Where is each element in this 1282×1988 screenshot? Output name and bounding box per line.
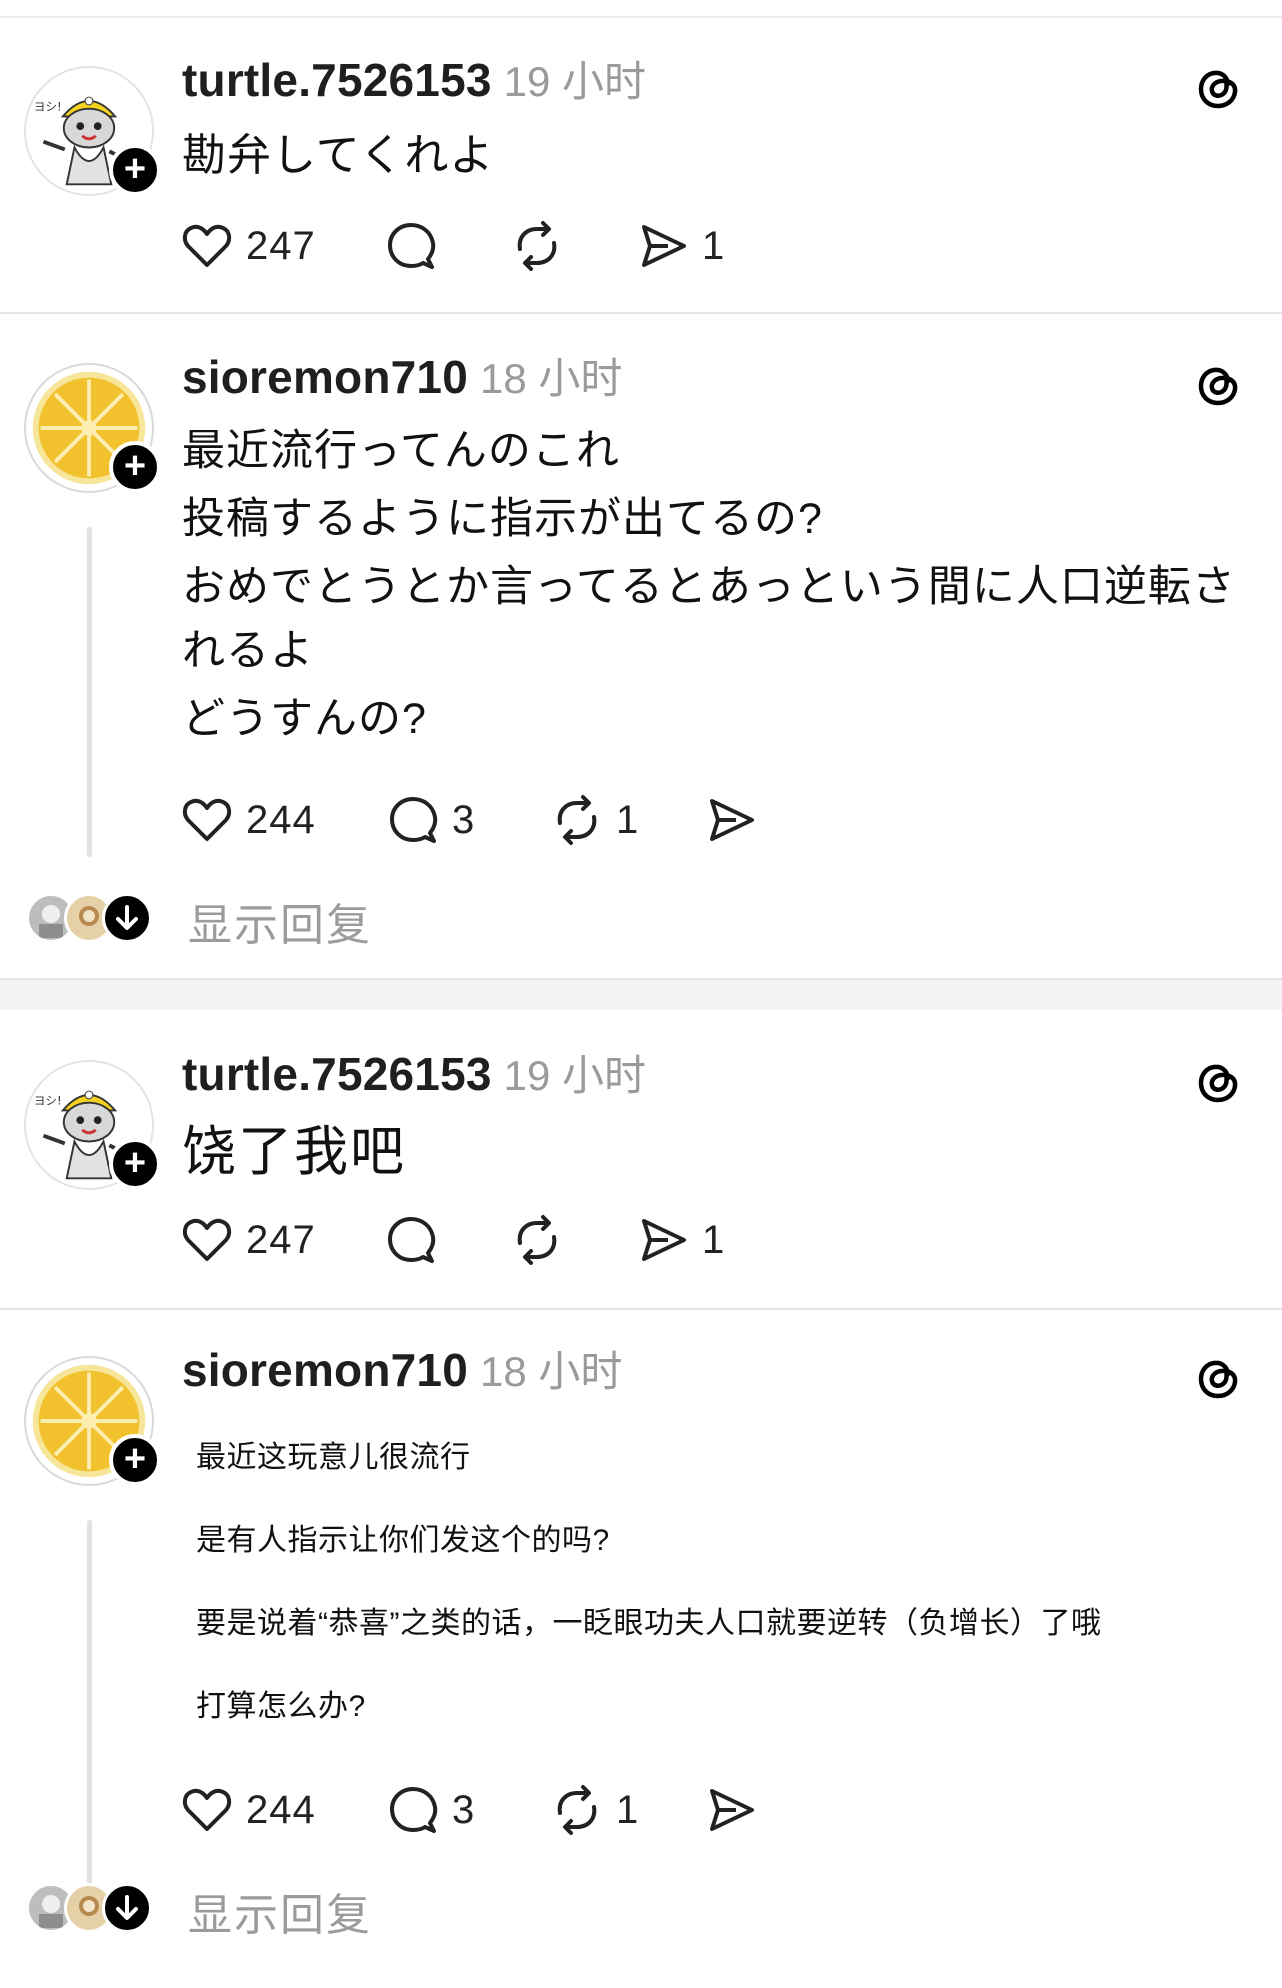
share-icon: [710, 1789, 754, 1831]
share-button[interactable]: 1: [636, 216, 725, 276]
threads-logo-icon[interactable]: [1194, 1056, 1244, 1106]
repost-count: 1: [616, 797, 640, 842]
post-divider: [0, 312, 1282, 314]
thread-line: [87, 527, 92, 857]
arrow-down-icon: [102, 893, 152, 943]
share-button[interactable]: [704, 1780, 758, 1840]
comment-icon: [390, 1787, 438, 1833]
like-count: 244: [246, 797, 316, 842]
post-header: sioremon710 18 小时: [182, 345, 623, 403]
username[interactable]: turtle.7526153: [182, 54, 492, 106]
top-divider: [0, 16, 1282, 18]
username[interactable]: turtle.7526153: [182, 1048, 492, 1100]
timestamp: 18 小时: [480, 1348, 623, 1395]
comment-button[interactable]: 3: [386, 790, 475, 850]
like-button[interactable]: 247: [180, 1210, 316, 1270]
follow-button[interactable]: +: [109, 1138, 161, 1190]
like-button[interactable]: 244: [180, 1780, 316, 1840]
username[interactable]: sioremon710: [182, 1344, 468, 1396]
share-count: 1: [702, 1217, 726, 1262]
timestamp: 18 小时: [480, 355, 623, 402]
like-button[interactable]: 247: [180, 216, 316, 276]
repost-count: 1: [616, 1787, 640, 1832]
comment-count: 3: [452, 1787, 476, 1832]
comment-count: 3: [452, 797, 476, 842]
timestamp: 19 小时: [503, 58, 647, 105]
heart-icon: [182, 798, 232, 841]
post-1: ヨシ! + turtle.7526153 19 小时 勘弁してくれよ 247 1: [0, 48, 1282, 298]
comment-button[interactable]: 3: [386, 1780, 475, 1840]
svg-text:ヨシ!: ヨシ!: [34, 1094, 62, 1108]
share-icon: [710, 799, 754, 841]
like-count: 247: [246, 223, 316, 268]
repost-button[interactable]: 1: [550, 790, 639, 850]
post-text-line: 最近这玩意儿很流行: [196, 1441, 471, 1474]
post-text-line: 打算怎么办?: [196, 1690, 366, 1723]
share-count: 1: [702, 223, 726, 268]
repost-icon: [517, 1215, 557, 1265]
follow-button[interactable]: +: [109, 441, 161, 493]
follow-button[interactable]: +: [109, 1434, 161, 1486]
share-icon: [642, 1219, 686, 1261]
comment-button[interactable]: [384, 1210, 438, 1270]
post-text-line: 勘弁してくれよ: [182, 131, 495, 180]
post-text-line: 是有人指示让你们发这个的吗?: [196, 1524, 610, 1557]
comment-button[interactable]: [384, 216, 438, 276]
arrow-down-icon: [102, 1883, 152, 1933]
section-gap: [0, 980, 1282, 1010]
like-count: 247: [246, 1217, 316, 1262]
post-header: sioremon710 18 小时: [182, 1338, 623, 1396]
repost-button[interactable]: [510, 216, 564, 276]
post-2: + sioremon710 18 小时 最近流行ってんのこれ 投稿するように指示が…: [0, 345, 1282, 950]
post-4: + sioremon710 18 小时 最近这玩意儿很流行 是有人指示让你们发这个…: [0, 1338, 1282, 1978]
threads-logo-icon[interactable]: [1194, 62, 1244, 112]
post-text-line: 要是说着“恭喜”之类的话，一眨眼功夫人口就要逆转（负增长）了哦: [196, 1607, 1102, 1640]
like-button[interactable]: 244: [180, 790, 316, 850]
post-divider: [0, 1308, 1282, 1310]
repost-button[interactable]: [510, 1210, 564, 1270]
share-button[interactable]: 1: [636, 1210, 725, 1270]
svg-text:ヨシ!: ヨシ!: [34, 100, 62, 114]
username[interactable]: sioremon710: [182, 351, 468, 403]
post-text-line: れるよ: [182, 627, 314, 675]
show-replies-label: 显示回复: [188, 901, 372, 950]
timestamp: 19 小时: [503, 1052, 647, 1099]
like-count: 244: [246, 1787, 316, 1832]
show-replies[interactable]: 显示回复: [26, 1883, 386, 1940]
post-text-line: 投稿するように指示が出てるの?: [182, 495, 823, 543]
heart-icon: [182, 1788, 232, 1831]
repost-icon: [517, 221, 557, 271]
heart-icon: [182, 1218, 232, 1261]
post-text-line: おめでとうとか言ってるとあっという間に人口逆転さ: [182, 563, 1236, 611]
repost-icon: [557, 1785, 597, 1835]
post-text-line: どうすんの?: [182, 695, 427, 743]
comment-icon: [390, 797, 438, 843]
comment-icon: [388, 1217, 436, 1263]
share-button[interactable]: [704, 790, 758, 850]
post-text-line: 最近流行ってんのこれ: [182, 427, 620, 475]
follow-button[interactable]: +: [109, 144, 161, 196]
repost-button[interactable]: 1: [550, 1780, 639, 1840]
comment-icon: [388, 223, 436, 269]
post-header: turtle.7526153 19 小时: [182, 1042, 647, 1100]
thread-line: [87, 1520, 92, 1890]
repost-icon: [557, 795, 597, 845]
threads-logo-icon[interactable]: [1194, 1352, 1244, 1402]
post-text-line: 饶了我吧: [182, 1122, 406, 1182]
heart-icon: [182, 224, 232, 267]
threads-logo-icon[interactable]: [1194, 359, 1244, 409]
show-replies-label: 显示回复: [188, 1891, 372, 1940]
share-icon: [642, 225, 686, 267]
post-header: turtle.7526153 19 小时: [182, 48, 647, 106]
post-3: ヨシ! + turtle.7526153 19 小时 饶了我吧 247 1: [0, 1042, 1282, 1292]
show-replies[interactable]: 显示回复: [26, 893, 386, 950]
